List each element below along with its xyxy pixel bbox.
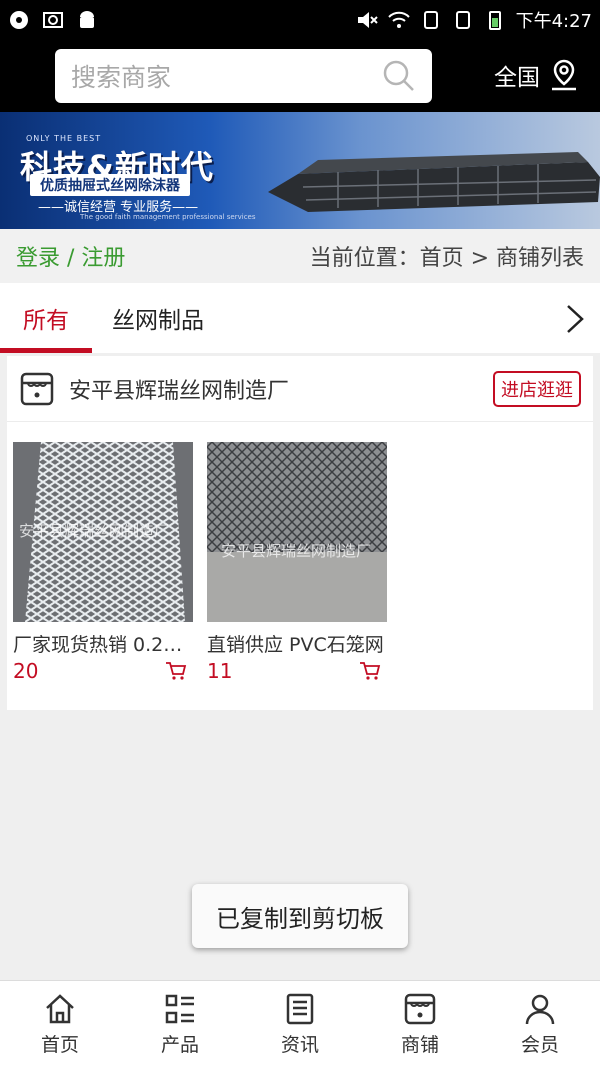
shop-icon bbox=[404, 993, 436, 1024]
product-image[interactable]: 安平县辉瑞丝网制造厂 bbox=[207, 442, 387, 622]
product-card[interactable]: 安平县辉瑞丝网制造厂 厂家现货热销 0.2mm 铝板网 20 bbox=[13, 442, 193, 683]
android-icon bbox=[80, 11, 94, 28]
screenshot-icon bbox=[43, 12, 63, 28]
product-watermark: 安平县辉瑞丝网制造厂 bbox=[19, 522, 170, 540]
user-icon bbox=[525, 994, 555, 1024]
nav-label: 商铺 bbox=[400, 1033, 439, 1056]
shop-header: 安平县辉瑞丝网制造厂 进店逛逛 bbox=[7, 356, 593, 422]
shop-icon bbox=[20, 372, 54, 405]
news-icon bbox=[286, 993, 314, 1024]
disc-icon bbox=[10, 11, 28, 29]
breadcrumb-row: 登录 / 注册 当前位置：首页 > 商铺列表 bbox=[0, 229, 600, 283]
nav-member[interactable]: 会员 bbox=[480, 981, 600, 1067]
enter-shop-button[interactable]: 进店逛逛 bbox=[493, 370, 581, 407]
search-input[interactable]: 搜索商家 bbox=[71, 58, 382, 94]
banner-tiny-text: The good faith management professional s… bbox=[80, 213, 256, 221]
nav-label: 产品 bbox=[160, 1033, 199, 1056]
product-price: 11 bbox=[207, 659, 233, 683]
chevron-right-icon[interactable] bbox=[564, 303, 586, 335]
breadcrumb: 当前位置：首页 > 商铺列表 bbox=[309, 246, 584, 271]
grid-list-icon bbox=[165, 994, 194, 1023]
login-register-link[interactable]: 登录 / 注册 bbox=[16, 240, 125, 272]
wifi-icon bbox=[387, 11, 410, 28]
home-icon bbox=[46, 993, 74, 1023]
category-tabs: 所有 丝网制品 bbox=[0, 283, 600, 353]
cart-icon[interactable] bbox=[359, 661, 381, 681]
tab-wire-mesh-products[interactable]: 丝网制品 bbox=[112, 283, 204, 353]
battery-icon bbox=[488, 11, 501, 30]
product-name[interactable]: 厂家现货热销 0.2mm 铝板网 bbox=[13, 630, 193, 657]
region-selector[interactable]: 全国 bbox=[494, 58, 580, 92]
shop-card: 安平县辉瑞丝网制造厂 进店逛逛 安平县辉瑞丝网制造厂 厂家现货热销 0.2mm … bbox=[7, 356, 593, 710]
product-watermark: 安平县辉瑞丝网制造厂 bbox=[221, 542, 372, 560]
nav-shops[interactable]: 商铺 bbox=[360, 981, 480, 1067]
cart-icon[interactable] bbox=[165, 661, 187, 681]
region-label: 全国 bbox=[494, 65, 540, 91]
nav-news[interactable]: 资讯 bbox=[240, 981, 360, 1067]
copied-toast: 已复制到剪切板 bbox=[192, 884, 408, 948]
sim-icon bbox=[455, 11, 470, 29]
nav-products[interactable]: 产品 bbox=[120, 981, 240, 1067]
mesh-pattern bbox=[207, 442, 387, 622]
product-price: 20 bbox=[13, 659, 39, 683]
product-image[interactable]: 安平县辉瑞丝网制造厂 bbox=[13, 442, 193, 622]
product-list: 安平县辉瑞丝网制造厂 厂家现货热销 0.2mm 铝板网 20 bbox=[13, 442, 387, 683]
location-pin-icon bbox=[552, 59, 576, 91]
search-box[interactable]: 搜索商家 bbox=[55, 49, 432, 103]
bottom-nav: 首页 产品 资讯 商铺 会员 bbox=[0, 980, 600, 1067]
product-name[interactable]: 直销供应 PVC石笼网 bbox=[207, 630, 387, 657]
nav-label: 首页 bbox=[40, 1033, 79, 1056]
product-image bbox=[268, 152, 600, 212]
shop-name[interactable]: 安平县辉瑞丝网制造厂 bbox=[69, 373, 289, 405]
nav-label: 资讯 bbox=[280, 1033, 319, 1056]
status-time: 下午4:27 bbox=[515, 11, 592, 32]
nav-label: 会员 bbox=[520, 1033, 559, 1056]
banner-subtitle: 优质抽屉式丝网除沫器 bbox=[30, 174, 190, 196]
mute-icon bbox=[357, 12, 378, 28]
status-bar: 下午4:27 bbox=[0, 0, 600, 40]
nav-home[interactable]: 首页 bbox=[0, 981, 120, 1067]
search-icon[interactable] bbox=[382, 59, 416, 93]
sim-icon bbox=[423, 11, 438, 29]
product-card[interactable]: 安平县辉瑞丝网制造厂 直销供应 PVC石笼网 11 bbox=[207, 442, 387, 683]
top-header: 搜索商家 全国 bbox=[0, 40, 600, 112]
promo-banner[interactable]: ONLY THE BEST 科技&新时代 优质抽屉式丝网除沫器 ——诚信经营 专… bbox=[0, 112, 600, 229]
tab-all[interactable]: 所有 bbox=[0, 283, 92, 353]
